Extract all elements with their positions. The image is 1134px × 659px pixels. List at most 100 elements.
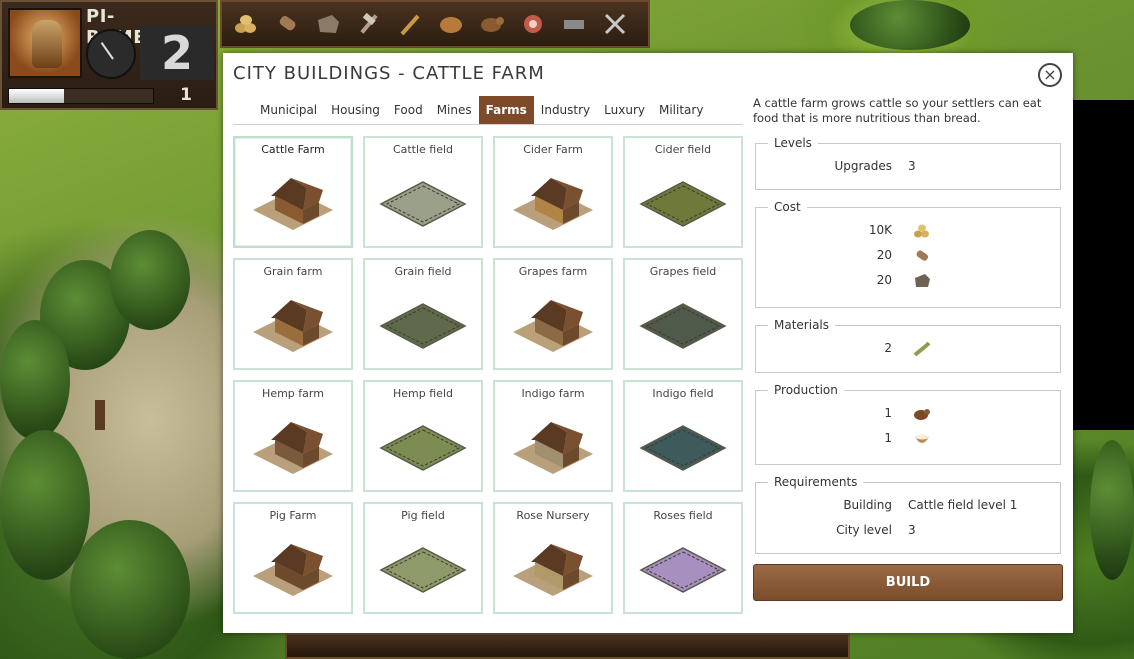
building-name: Grain field <box>394 265 452 278</box>
requirements-box: Requirements Building Cattle field level… <box>755 475 1061 554</box>
building-name: Grapes field <box>649 265 717 278</box>
building-card[interactable]: Indigo field <box>623 380 743 492</box>
building-image <box>635 526 731 606</box>
cattle-icon[interactable] <box>476 8 508 40</box>
requirement-city-value: 3 <box>908 523 916 537</box>
building-image <box>375 282 471 362</box>
clock-icon <box>86 29 136 79</box>
building-card[interactable]: Rose Nursery <box>493 502 613 614</box>
levels-box: Levels Upgrades 3 <box>755 136 1061 190</box>
requirements-legend: Requirements <box>768 475 864 489</box>
close-icon[interactable]: × <box>1038 63 1062 87</box>
building-image <box>635 160 731 240</box>
milk-bowl-icon <box>912 429 932 449</box>
building-card[interactable]: Cattle field <box>363 136 483 248</box>
cost-amount: 10K <box>868 223 892 237</box>
cost-amount: 20 <box>876 248 892 262</box>
tree <box>110 230 190 330</box>
stone-icon[interactable] <box>312 8 344 40</box>
tree-trunk <box>95 400 105 430</box>
bottom-toolbar <box>285 633 850 659</box>
building-card[interactable]: Pig field <box>363 502 483 614</box>
city-buildings-dialog: CITY BUILDINGS - CATTLE FARM × Municipal… <box>223 53 1073 633</box>
cost-amount: 20 <box>876 273 892 287</box>
building-card[interactable]: Grapes field <box>623 258 743 370</box>
building-name: Pig field <box>401 509 445 522</box>
stone-icon <box>912 271 932 291</box>
tab-mines[interactable]: Mines <box>430 96 479 124</box>
build-button[interactable]: BUILD <box>753 564 1063 601</box>
cost-box: Cost 10K 20 20 <box>755 200 1061 308</box>
building-image <box>245 526 341 606</box>
building-card[interactable]: Hemp field <box>363 380 483 492</box>
meat-icon[interactable] <box>517 8 549 40</box>
tab-housing[interactable]: Housing <box>324 96 387 124</box>
building-name: Hemp farm <box>262 387 324 400</box>
building-card[interactable]: Hemp farm <box>233 380 353 492</box>
building-card[interactable]: Roses field <box>623 502 743 614</box>
building-name: Indigo field <box>652 387 714 400</box>
wheat-icon[interactable] <box>394 8 426 40</box>
cattle-icon <box>912 404 932 424</box>
tab-farms[interactable]: Farms <box>478 96 534 124</box>
building-image <box>245 404 341 484</box>
wood-logs-icon[interactable] <box>230 8 262 40</box>
city-hud: PI-RAMESSES 2 1 <box>0 0 218 110</box>
building-card[interactable]: Cider field <box>623 136 743 248</box>
levels-legend: Levels <box>768 136 818 150</box>
building-card[interactable]: Grain farm <box>233 258 353 370</box>
building-name: Grapes farm <box>518 265 588 278</box>
material-amount: 2 <box>884 341 892 355</box>
city-portrait[interactable] <box>8 8 82 78</box>
tab-luxury[interactable]: Luxury <box>597 96 652 124</box>
building-card[interactable]: Grain field <box>363 258 483 370</box>
tree <box>0 430 90 580</box>
building-image <box>635 282 731 362</box>
building-name: Grain farm <box>263 265 323 278</box>
log-icon[interactable] <box>271 8 303 40</box>
building-grid: Cattle Farm Cattle field Cider Farm Cider f… <box>233 136 743 614</box>
upgrades-value: 3 <box>908 159 916 173</box>
building-image <box>505 404 601 484</box>
production-amount: 1 <box>884 406 892 420</box>
bread-icon[interactable] <box>435 8 467 40</box>
building-name: Cider field <box>654 143 712 156</box>
production-box: Production 1 1 <box>755 383 1061 465</box>
tab-military[interactable]: Military <box>652 96 710 124</box>
building-image <box>375 160 471 240</box>
tree <box>1090 440 1134 580</box>
building-name: Hemp field <box>393 387 453 400</box>
dialog-title: CITY BUILDINGS - CATTLE FARM <box>233 63 545 84</box>
building-card[interactable]: Pig Farm <box>233 502 353 614</box>
city-level: 2 <box>140 26 214 80</box>
building-card[interactable]: Grapes farm <box>493 258 613 370</box>
tools-icon[interactable] <box>353 8 385 40</box>
tab-industry[interactable]: Industry <box>534 96 597 124</box>
building-image <box>245 160 341 240</box>
building-card[interactable]: Cider Farm <box>493 136 613 248</box>
building-name: Rose Nursery <box>516 509 590 522</box>
wood-logs-icon <box>912 221 932 241</box>
building-description: A cattle farm grows cattle so your settl… <box>753 96 1042 125</box>
swords-icon[interactable] <box>599 8 631 40</box>
city-sub-level: 1 <box>180 85 192 105</box>
building-image <box>245 282 341 362</box>
building-name: Pig Farm <box>269 509 317 522</box>
building-name: Cider Farm <box>523 143 583 156</box>
building-card[interactable]: Indigo farm <box>493 380 613 492</box>
tabs-divider <box>233 124 743 125</box>
building-name: Roses field <box>653 509 713 522</box>
requirement-building-value: Cattle field level 1 <box>908 498 1018 512</box>
building-image <box>375 404 471 484</box>
production-amount: 1 <box>884 431 892 445</box>
cost-legend: Cost <box>768 200 807 214</box>
pipe-icon[interactable] <box>558 8 590 40</box>
building-name: Cattle field <box>392 143 454 156</box>
tab-food[interactable]: Food <box>387 96 430 124</box>
requirement-building-label: Building <box>843 498 892 512</box>
building-image <box>635 404 731 484</box>
building-card[interactable]: Cattle Farm <box>233 136 353 248</box>
tab-municipal[interactable]: Municipal <box>253 96 324 124</box>
materials-box: Materials 2 <box>755 318 1061 373</box>
requirement-city-label: City level <box>836 523 892 537</box>
